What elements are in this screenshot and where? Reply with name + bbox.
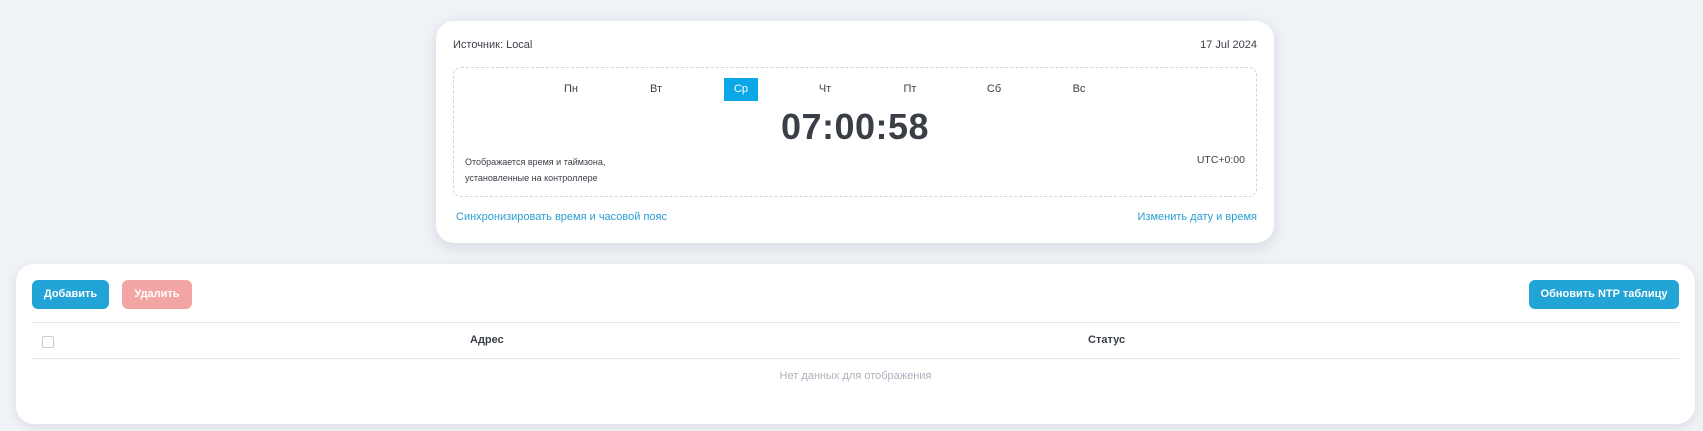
clock-panel: Пн Вт Ср Чт Пт Сб Вс 07:00:58 Отображает… <box>453 67 1257 197</box>
timezone-note-line1: Отображается время и таймзона, <box>465 157 606 167</box>
day-mon[interactable]: Пн <box>554 78 588 101</box>
empty-state-text: Нет данных для отображения <box>779 370 932 382</box>
clock-card: Источник: Local 17 Jul 2024 Пн Вт Ср Чт … <box>436 21 1274 243</box>
select-all-checkbox[interactable] <box>42 336 54 348</box>
sync-time-link[interactable]: Синхронизировать время и часовой пояс <box>456 211 667 223</box>
clock-time: 07:00:58 <box>780 106 930 147</box>
change-datetime-link[interactable]: Изменить дату и время <box>1138 211 1258 223</box>
delete-button[interactable]: Удалить <box>122 280 192 309</box>
table-header: Адрес Статус <box>32 322 1679 359</box>
weekday-selector: Пн Вт Ср Чт Пт Сб Вс <box>554 78 1154 101</box>
day-fri[interactable]: Пт <box>893 78 927 101</box>
add-button[interactable]: Добавить <box>32 280 109 309</box>
day-wed[interactable]: Ср <box>724 78 758 101</box>
column-header-status[interactable]: Статус <box>1088 334 1125 346</box>
ntp-card: Добавить Удалить Обновить NTP таблицу Ад… <box>16 264 1695 424</box>
day-sat[interactable]: Сб <box>977 78 1011 101</box>
timezone-note-line2: установленные на контроллере <box>465 173 598 183</box>
time-source-label: Источник: Local <box>453 39 533 51</box>
current-date: 17 Jul 2024 <box>1200 39 1257 51</box>
timezone-note: Отображается время и таймзона, установле… <box>465 154 645 186</box>
day-sun[interactable]: Вс <box>1062 78 1096 101</box>
timezone-offset: UTC+0:00 <box>1196 154 1245 166</box>
day-thu[interactable]: Чт <box>808 78 842 101</box>
column-header-address[interactable]: Адрес <box>470 334 504 346</box>
ntp-table: Адрес Статус Нет данных для отображения <box>32 322 1679 382</box>
refresh-ntp-table-button[interactable]: Обновить NTP таблицу <box>1529 280 1679 309</box>
day-tue[interactable]: Вт <box>639 78 673 101</box>
